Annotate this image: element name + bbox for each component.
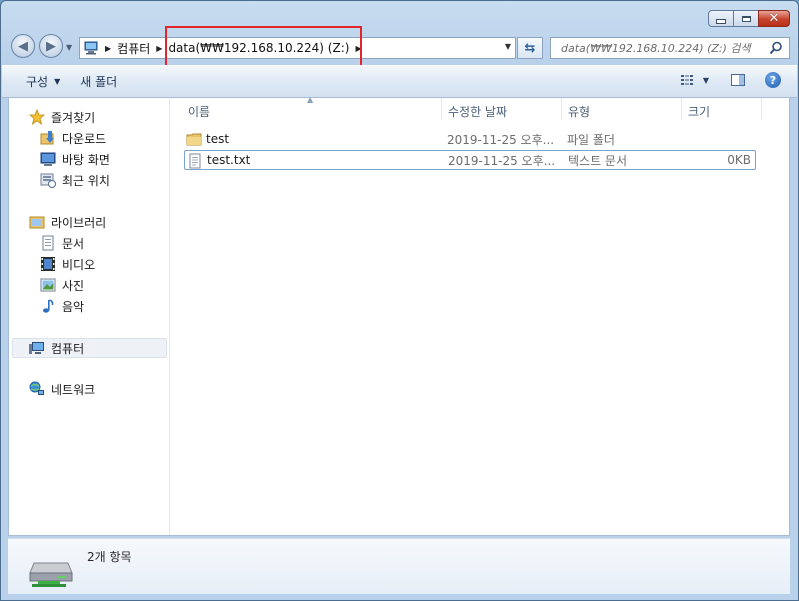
minimize-icon bbox=[716, 19, 726, 24]
caption-buttons: ✕ bbox=[708, 10, 790, 27]
nav-network[interactable]: 네트워크 bbox=[29, 379, 95, 399]
nav-computer[interactable]: 컴퓨터 bbox=[12, 338, 167, 358]
nav-item-downloads[interactable]: 다운로드 bbox=[40, 128, 106, 148]
breadcrumb-arrow-icon[interactable]: ▶ bbox=[105, 44, 111, 53]
column-header-size[interactable]: 크기 bbox=[688, 103, 710, 120]
address-bar[interactable]: ▶ 컴퓨터 ▶ data(₩₩192.168.10.224) (Z:) ▶ ▼ bbox=[79, 37, 516, 59]
file-row[interactable]: test 2019-11-25 오후... 파일 폴더 bbox=[184, 129, 756, 149]
new-folder-button[interactable]: 새 폴더 bbox=[70, 73, 127, 90]
column-header-name[interactable]: 이름 bbox=[188, 103, 210, 120]
new-folder-label: 새 폴더 bbox=[80, 75, 118, 89]
address-dropdown-icon[interactable]: ▼ bbox=[505, 42, 511, 51]
forward-arrow-icon: ▶ bbox=[46, 38, 56, 54]
nav-computer-label: 컴퓨터 bbox=[51, 341, 85, 356]
preview-pane-icon[interactable] bbox=[731, 74, 745, 86]
breadcrumb-arrow-icon[interactable]: ▶ bbox=[355, 44, 361, 53]
details-pane: 2개 항목 bbox=[8, 538, 790, 594]
search-icon[interactable] bbox=[769, 41, 783, 55]
help-icon[interactable]: ? bbox=[765, 72, 781, 88]
back-button[interactable]: ◀ bbox=[11, 34, 35, 58]
file-type: 텍스트 문서 bbox=[568, 153, 628, 168]
recent-pages-dropdown[interactable]: ▼ bbox=[66, 43, 72, 52]
nav-favorites[interactable]: 즐겨찾기 bbox=[29, 107, 95, 127]
documents-icon bbox=[40, 235, 56, 251]
close-button[interactable]: ✕ bbox=[758, 10, 790, 27]
column-divider[interactable] bbox=[681, 98, 682, 120]
video-icon bbox=[40, 256, 56, 272]
breadcrumb-arrow-icon[interactable]: ▶ bbox=[156, 44, 162, 53]
column-divider[interactable] bbox=[761, 98, 762, 120]
refresh-button[interactable]: ⇆ bbox=[517, 37, 543, 59]
column-header-date[interactable]: 수정한 날짜 bbox=[448, 103, 507, 120]
search-box[interactable] bbox=[550, 37, 790, 59]
navigation-pane: 즐겨찾기 다운로드 바탕 화면 최근 위치 라이브러리 문서 비디오 사진 음악… bbox=[9, 98, 170, 535]
chevron-down-icon: ▼ bbox=[54, 77, 61, 86]
view-dropdown-icon[interactable]: ▼ bbox=[703, 76, 709, 85]
computer-icon bbox=[84, 41, 98, 55]
column-divider[interactable] bbox=[561, 98, 562, 120]
nav-item-label: 비디오 bbox=[62, 257, 96, 272]
folder-icon bbox=[186, 133, 202, 146]
nav-item-desktop[interactable]: 바탕 화면 bbox=[40, 149, 110, 169]
text-file-icon bbox=[189, 153, 201, 169]
file-date: 2019-11-25 오후... bbox=[447, 132, 555, 147]
nav-item-label: 음악 bbox=[62, 299, 85, 314]
column-divider[interactable] bbox=[441, 98, 442, 120]
file-list-pane: ▲ 이름 수정한 날짜 유형 크기 test 2019-11-25 오후... … bbox=[178, 95, 789, 535]
search-input[interactable] bbox=[559, 40, 768, 56]
nav-item-label: 사진 bbox=[62, 278, 85, 293]
sort-ascending-icon: ▲ bbox=[307, 95, 314, 104]
library-icon bbox=[29, 214, 45, 230]
maximize-button[interactable] bbox=[733, 10, 759, 27]
nav-libraries[interactable]: 라이브러리 bbox=[29, 212, 106, 232]
nav-libraries-label: 라이브러리 bbox=[51, 215, 107, 230]
file-date: 2019-11-25 오후... bbox=[448, 153, 556, 168]
network-icon bbox=[29, 381, 45, 397]
column-headers: ▲ 이름 수정한 날짜 유형 크기 bbox=[178, 95, 789, 122]
nav-item-label: 문서 bbox=[62, 236, 85, 251]
file-type: 파일 폴더 bbox=[567, 132, 615, 147]
nav-item-music[interactable]: 음악 bbox=[40, 296, 84, 316]
nav-item-videos[interactable]: 비디오 bbox=[40, 254, 95, 274]
star-icon bbox=[29, 109, 45, 125]
downloads-folder-icon bbox=[40, 130, 56, 146]
close-icon: ✕ bbox=[768, 11, 780, 26]
explorer-window: ✕ ◀ ▶ ▼ ▶ 컴퓨터 ▶ data(₩₩192.168.10.224) (… bbox=[0, 0, 799, 601]
file-name: test.txt bbox=[207, 153, 251, 167]
organize-button[interactable]: 구성 ▼ bbox=[16, 73, 70, 90]
file-size: 0KB bbox=[727, 153, 751, 167]
navigation-bar: ◀ ▶ ▼ ▶ 컴퓨터 ▶ data(₩₩192.168.10.224) (Z:… bbox=[1, 30, 798, 64]
organize-label: 구성 bbox=[26, 75, 49, 89]
nav-favorites-label: 즐겨찾기 bbox=[51, 110, 96, 125]
content-area: 즐겨찾기 다운로드 바탕 화면 최근 위치 라이브러리 문서 비디오 사진 음악… bbox=[8, 95, 790, 536]
maximize-icon bbox=[741, 15, 751, 22]
computer-icon bbox=[29, 340, 45, 356]
nav-item-label: 다운로드 bbox=[62, 131, 107, 146]
status-item-count: 2개 항목 bbox=[87, 550, 132, 564]
nav-item-documents[interactable]: 문서 bbox=[40, 233, 84, 253]
network-drive-icon bbox=[29, 562, 73, 587]
nav-item-label: 바탕 화면 bbox=[62, 152, 110, 167]
nav-item-recent-places[interactable]: 최근 위치 bbox=[40, 170, 110, 190]
file-name: test bbox=[206, 132, 230, 146]
command-bar: 구성 ▼ 새 폴더 ▼ ? bbox=[2, 65, 797, 98]
toolbar-right-group: ▼ ? bbox=[680, 72, 781, 88]
nav-network-label: 네트워크 bbox=[51, 382, 96, 397]
nav-item-pictures[interactable]: 사진 bbox=[40, 275, 84, 295]
forward-button[interactable]: ▶ bbox=[39, 34, 63, 58]
back-arrow-icon: ◀ bbox=[18, 38, 28, 54]
pictures-icon bbox=[40, 277, 56, 293]
music-icon bbox=[40, 298, 56, 314]
breadcrumb-computer[interactable]: 컴퓨터 bbox=[117, 40, 150, 57]
desktop-icon bbox=[40, 151, 56, 167]
file-row[interactable]: test.txt 2019-11-25 오후... 텍스트 문서 0KB bbox=[184, 150, 756, 170]
nav-item-label: 최근 위치 bbox=[62, 173, 110, 188]
column-header-type[interactable]: 유형 bbox=[568, 103, 590, 120]
refresh-icon: ⇆ bbox=[524, 40, 536, 56]
view-options-icon[interactable] bbox=[680, 74, 695, 86]
breadcrumb-drive[interactable]: data(₩₩192.168.10.224) (Z:) bbox=[168, 41, 349, 55]
recent-places-icon bbox=[40, 172, 56, 188]
minimize-button[interactable] bbox=[708, 10, 734, 27]
